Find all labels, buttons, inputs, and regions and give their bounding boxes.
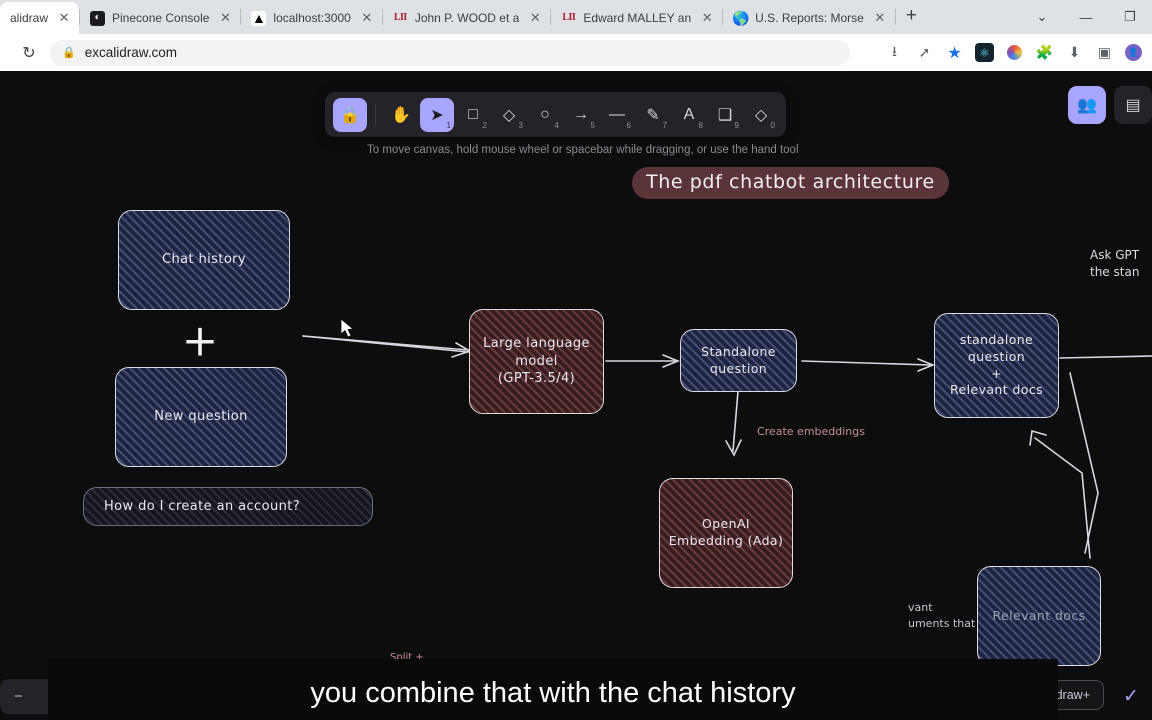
node-label: Standalone question [701, 343, 776, 376]
node-openai-embedding[interactable]: OpenAI Embedding (Ada) [659, 478, 793, 588]
node-new-question[interactable]: New question [115, 367, 287, 467]
tab-title: Edward MALLEY an [583, 11, 692, 25]
node-label: standalone question + Relevant docs [950, 331, 1043, 398]
browser-tab-3[interactable]: LII John P. WOOD et a ✕ [383, 2, 551, 34]
puzzle-extension-icon[interactable]: 🧩 [1035, 43, 1054, 62]
browser-tab-1[interactable]: ◐ Pinecone Console ✕ [80, 2, 240, 34]
subtitle-english: you combine that with the chat history [310, 677, 796, 709]
globe-icon: 🌎 [731, 10, 750, 26]
node-label: Large language model (GPT-3.5/4) [483, 336, 590, 387]
browser-tab-4[interactable]: LII Edward MALLEY an ✕ [551, 2, 722, 34]
diagram-content: The pdf chatbot architecture Chat histor… [0, 73, 1152, 720]
node-label: New question [154, 409, 248, 425]
node-question-text[interactable]: How do I create an account? [83, 487, 373, 526]
minimize-button[interactable]: — [1064, 2, 1108, 32]
mouse-cursor [340, 318, 354, 338]
tab-title: localhost:3000 [273, 11, 351, 25]
tab-title: alidraw [10, 11, 49, 25]
node-label: How do I create an account? [104, 498, 301, 514]
node-standalone-question[interactable]: Standalone question [680, 329, 797, 392]
downloads-icon[interactable]: ⬇ [1065, 43, 1084, 62]
diagram-title: The pdf chatbot architecture [632, 167, 949, 199]
lii-icon: LII [393, 12, 407, 23]
bookmark-star-icon[interactable]: ★ [945, 43, 964, 62]
browser-tab-0[interactable]: alidraw ✕ [0, 2, 80, 34]
restore-button[interactable]: ❐ [1108, 2, 1152, 32]
browser-toolbar: ↻ 🔒 excalidraw.com ⭳ ➚ ★ ⚛ 🧩 ⬇ ▣ 👤 [0, 34, 1152, 72]
browser-tab-5[interactable]: 🌎 U.S. Reports: Morse ✕ [723, 2, 895, 34]
browser-tab-2[interactable]: ▲ localhost:3000 ✕ [241, 2, 381, 34]
tab-close-icon[interactable]: ✕ [57, 10, 71, 26]
browser-tab-strip: alidraw ✕ ◐ Pinecone Console ✕ ▲ localho… [0, 0, 1152, 34]
excalidraw-canvas[interactable]: 🔒 ✋ ➤ 1 □ 2 ◇ 3 ○ 4 → 5 — 6 ✎ 7 A 8 ❑ 9 … [0, 73, 1152, 720]
install-icon[interactable]: ⭳ [885, 43, 904, 62]
profile-avatar-icon[interactable]: 👤 [1125, 44, 1142, 61]
subtitle-overlay: you combine that with the chat history [48, 659, 1058, 720]
node-llm[interactable]: Large language model (GPT-3.5/4) [469, 309, 604, 414]
tab-title: U.S. Reports: Morse [755, 11, 864, 25]
annotation-relevant-docs-note: vant uments that [908, 601, 976, 630]
tab-title: John P. WOOD et a [414, 11, 520, 25]
lii-icon: LII [562, 12, 576, 23]
lock-icon: 🔒 [62, 47, 76, 59]
tab-search-icon[interactable]: ⌄ [1020, 2, 1064, 32]
annotation-create-embeddings: Create embeddings [757, 425, 865, 438]
side-panel-icon[interactable]: ▣ [1095, 43, 1114, 62]
node-standalone-plus-docs[interactable]: standalone question + Relevant docs [934, 313, 1059, 418]
react-devtools-icon[interactable]: ⚛ [975, 43, 994, 62]
annotation-ask-gpt: Ask GPT the stan [1090, 248, 1140, 280]
localhost-icon: ▲ [251, 10, 267, 26]
node-relevant-docs[interactable]: Relevant docs [977, 566, 1101, 666]
tab-close-icon[interactable]: ✕ [528, 10, 542, 26]
node-chat-history[interactable]: Chat history [118, 210, 290, 310]
node-label: Relevant docs [992, 607, 1086, 623]
reload-icon[interactable]: ↻ [14, 38, 44, 68]
address-bar[interactable]: 🔒 excalidraw.com [50, 39, 850, 66]
shield-glyph: ✓ [1123, 685, 1139, 707]
node-label: Chat history [161, 252, 247, 268]
address-bar-url: excalidraw.com [84, 45, 177, 60]
new-tab-button[interactable]: + [896, 6, 927, 29]
shield-check-icon[interactable]: ✓ [1118, 682, 1144, 710]
tab-close-icon[interactable]: ✕ [360, 10, 374, 26]
share-icon[interactable]: ➚ [915, 43, 934, 62]
window-controls: ⌄ — ❐ [1020, 0, 1152, 34]
plus-symbol: ＋ [182, 323, 219, 364]
tab-close-icon[interactable]: ✕ [218, 10, 232, 26]
tab-close-icon[interactable]: ✕ [873, 10, 887, 26]
tab-title: Pinecone Console [112, 11, 210, 25]
toolbar-icons: ⭳ ➚ ★ ⚛ 🧩 ⬇ ▣ 👤 [885, 43, 1146, 62]
node-label: OpenAI Embedding (Ada) [668, 516, 784, 548]
tab-close-icon[interactable]: ✕ [700, 10, 714, 26]
zoom-out-button[interactable]: − [0, 679, 37, 714]
color-extension-icon[interactable] [1005, 43, 1024, 62]
pinecone-icon: ◐ [90, 10, 106, 26]
